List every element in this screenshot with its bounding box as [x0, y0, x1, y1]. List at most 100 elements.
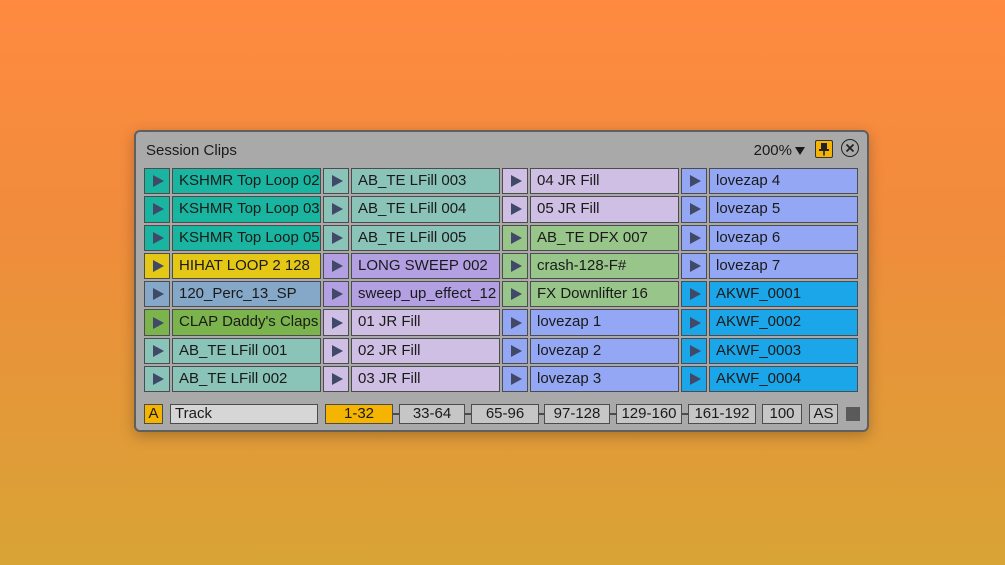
- play-icon[interactable]: [144, 224, 170, 251]
- a-button[interactable]: A: [144, 404, 163, 424]
- stop-icon[interactable]: [846, 407, 860, 421]
- clip-slot[interactable]: lovezap 4: [681, 168, 858, 195]
- play-icon[interactable]: [681, 337, 707, 365]
- clip-name: lovezap 2: [530, 337, 679, 365]
- clip-name: 03 JR Fill: [351, 366, 500, 393]
- page-button-97-128[interactable]: 97-128: [544, 404, 610, 424]
- clip-name: AKWF_0001: [709, 281, 858, 308]
- pin-icon[interactable]: [815, 140, 833, 158]
- clip-name: CLAP Daddy's Claps: [172, 309, 321, 336]
- clip-slot[interactable]: AKWF_0004: [681, 366, 858, 393]
- play-icon[interactable]: [681, 224, 707, 251]
- clip-name: lovezap 7: [709, 252, 858, 280]
- clip-slot[interactable]: lovezap 5: [681, 196, 858, 223]
- play-icon[interactable]: [681, 366, 707, 393]
- play-icon[interactable]: [502, 281, 528, 308]
- clip-name: KSHMR Top Loop 05: [172, 224, 321, 251]
- footer-bar: A Track 1-32 33-64 65-96 97-128 129-160 …: [144, 404, 860, 424]
- zoom-value: 200%: [753, 142, 792, 159]
- close-icon[interactable]: [841, 139, 859, 157]
- count-field[interactable]: 100: [762, 404, 802, 424]
- play-icon[interactable]: [144, 366, 170, 393]
- play-icon[interactable]: [323, 281, 349, 308]
- play-icon[interactable]: [502, 224, 528, 251]
- clip-slot[interactable]: AB_TE LFill 001: [144, 337, 321, 365]
- play-icon[interactable]: [681, 309, 707, 336]
- play-icon[interactable]: [144, 337, 170, 365]
- clip-name: AKWF_0003: [709, 337, 858, 365]
- clip-slot[interactable]: KSHMR Top Loop 05: [144, 224, 321, 251]
- clip-slot[interactable]: AB_TE LFill 005: [323, 224, 500, 251]
- clip-slot[interactable]: AKWF_0002: [681, 309, 858, 336]
- as-button[interactable]: AS: [809, 404, 838, 424]
- play-icon[interactable]: [144, 281, 170, 308]
- play-icon[interactable]: [323, 309, 349, 336]
- clip-name: lovezap 6: [709, 224, 858, 251]
- play-icon[interactable]: [144, 309, 170, 336]
- page-button-1-32[interactable]: 1-32: [325, 404, 393, 424]
- clip-slot[interactable]: KSHMR Top Loop 03: [144, 196, 321, 223]
- play-icon[interactable]: [681, 252, 707, 280]
- play-icon[interactable]: [502, 196, 528, 223]
- clip-slot[interactable]: AB_TE LFill 002: [144, 366, 321, 393]
- clip-slot[interactable]: AKWF_0001: [681, 281, 858, 308]
- clip-slot[interactable]: CLAP Daddy's Claps: [144, 309, 321, 336]
- clip-name: FX Downlifter 16: [530, 281, 679, 308]
- clip-slot[interactable]: 05 JR Fill: [502, 196, 679, 223]
- clip-name: AKWF_0002: [709, 309, 858, 336]
- clip-slot[interactable]: AB_TE DFX 007: [502, 224, 679, 251]
- play-icon[interactable]: [502, 337, 528, 365]
- window-title: Session Clips: [146, 142, 237, 159]
- play-icon[interactable]: [502, 168, 528, 195]
- clip-name: 04 JR Fill: [530, 168, 679, 195]
- clip-slot[interactable]: lovezap 3: [502, 366, 679, 393]
- clip-slot[interactable]: HIHAT LOOP 2 128: [144, 252, 321, 280]
- clip-slot[interactable]: FX Downlifter 16: [502, 281, 679, 308]
- clip-name: HIHAT LOOP 2 128: [172, 252, 321, 280]
- page-button-129-160[interactable]: 129-160: [616, 404, 682, 424]
- clip-slot[interactable]: crash-128-F#: [502, 252, 679, 280]
- clip-slot[interactable]: lovezap 1: [502, 309, 679, 336]
- play-icon[interactable]: [681, 168, 707, 195]
- clip-slot[interactable]: lovezap 7: [681, 252, 858, 280]
- clip-slot[interactable]: 02 JR Fill: [323, 337, 500, 365]
- clip-slot[interactable]: lovezap 2: [502, 337, 679, 365]
- play-icon[interactable]: [502, 252, 528, 280]
- play-icon[interactable]: [323, 337, 349, 365]
- clip-slot[interactable]: AB_TE LFill 004: [323, 196, 500, 223]
- clip-slot[interactable]: sweep_up_effect_12: [323, 281, 500, 308]
- clip-slot[interactable]: AB_TE LFill 003: [323, 168, 500, 195]
- clip-column: 04 JR Fill 05 JR Fill AB_TE DFX 007 crash-1…: [502, 168, 679, 393]
- page-button-161-192[interactable]: 161-192: [688, 404, 756, 424]
- clip-slot[interactable]: 120_Perc_13_SP: [144, 281, 321, 308]
- page-button-33-64[interactable]: 33-64: [399, 404, 465, 424]
- play-icon[interactable]: [144, 252, 170, 280]
- play-icon[interactable]: [681, 196, 707, 223]
- zoom-dropdown[interactable]: 200%: [754, 142, 805, 159]
- clip-name: lovezap 5: [709, 196, 858, 223]
- clip-slot[interactable]: lovezap 6: [681, 224, 858, 251]
- clip-column: AB_TE LFill 003 AB_TE LFill 004 AB_TE LFil…: [323, 168, 500, 393]
- clip-slot[interactable]: 01 JR Fill: [323, 309, 500, 336]
- clip-name: AB_TE LFill 004: [351, 196, 500, 223]
- clip-slot[interactable]: AKWF_0003: [681, 337, 858, 365]
- play-icon[interactable]: [502, 309, 528, 336]
- clip-slot[interactable]: LONG SWEEP 002: [323, 252, 500, 280]
- track-field[interactable]: Track: [170, 404, 318, 424]
- play-icon[interactable]: [323, 196, 349, 223]
- play-icon[interactable]: [323, 366, 349, 393]
- play-icon[interactable]: [502, 366, 528, 393]
- play-icon[interactable]: [144, 168, 170, 195]
- play-icon[interactable]: [323, 168, 349, 195]
- session-clips-window: Session Clips 200% KSHMR Top Loop 02 KSHM…: [134, 130, 869, 432]
- play-icon[interactable]: [323, 252, 349, 280]
- clip-slot[interactable]: 03 JR Fill: [323, 366, 500, 393]
- clip-name: LONG SWEEP 002: [351, 252, 500, 280]
- clip-slot[interactable]: KSHMR Top Loop 02: [144, 168, 321, 195]
- clip-slot[interactable]: 04 JR Fill: [502, 168, 679, 195]
- clip-name: lovezap 4: [709, 168, 858, 195]
- play-icon[interactable]: [323, 224, 349, 251]
- play-icon[interactable]: [681, 281, 707, 308]
- play-icon[interactable]: [144, 196, 170, 223]
- page-button-65-96[interactable]: 65-96: [471, 404, 539, 424]
